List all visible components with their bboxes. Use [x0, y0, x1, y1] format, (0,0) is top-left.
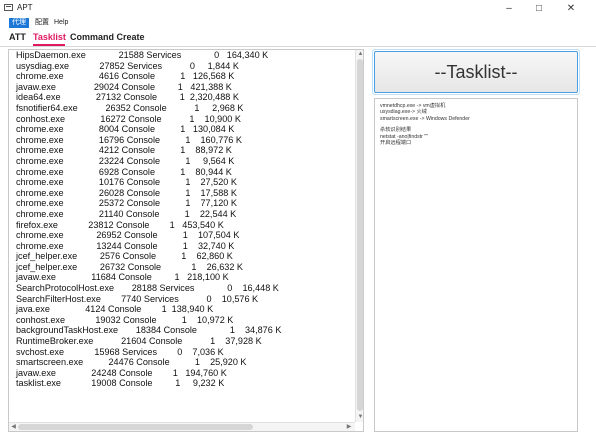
list-item: backgroundTaskHost.exe 18384 Console 1 3…	[16, 325, 282, 336]
scroll-down-icon[interactable]: ▼	[357, 413, 363, 421]
scroll-up-icon[interactable]: ▲	[357, 50, 363, 58]
scroll-left-icon[interactable]: ◀	[10, 423, 17, 431]
list-item: svchost.exe 15968 Services 0 7,036 K	[16, 346, 224, 357]
list-item: smartscreen.exe 24476 Console 1 25,920 K	[16, 357, 247, 368]
list-item: chrome.exe 21140 Console 1 22,544 K	[16, 208, 237, 219]
menu-config[interactable]: 配置	[32, 18, 52, 28]
minimize-button[interactable]: –	[494, 0, 524, 17]
menu-proxy[interactable]: 代理	[9, 18, 29, 28]
list-item: chrome.exe 4616 Console 1 126,568 K	[16, 71, 235, 82]
list-item: chrome.exe 8004 Console 1 130,084 K	[16, 124, 235, 135]
list-item: chrome.exe 16796 Console 1 160,776 K	[16, 134, 242, 145]
list-item: chrome.exe 10176 Console 1 27,520 K	[16, 177, 237, 188]
tasklist-output[interactable]: HipsDaemon.exe 21588 Services 0 164,340 …	[8, 49, 364, 432]
list-item: firefox.exe 23812 Console 1 453,540 K	[16, 219, 224, 230]
list-item: SearchFilterHost.exe 7740 Services 0 10,…	[16, 293, 259, 304]
horizontal-scrollbar[interactable]: ◀ ▶	[9, 422, 355, 431]
list-item: jcef_helper.exe 26732 Console 1 26,632 K	[16, 261, 243, 272]
scroll-right-icon[interactable]: ▶	[345, 423, 353, 431]
list-item: chrome.exe 13244 Console 1 32,740 K	[16, 240, 235, 251]
vertical-scroll-thumb[interactable]	[357, 59, 363, 411]
list-item: jcef_helper.exe 2576 Console 1 62,860 K	[16, 251, 233, 262]
close-button[interactable]: ✕	[556, 0, 586, 17]
list-item: javaw.exe 24248 Console 1 194,760 K	[16, 367, 227, 378]
list-item: HipsDaemon.exe 21588 Services 0 164,340 …	[16, 50, 269, 60]
tab-bar: ATT Tasklist Command Create	[0, 31, 596, 46]
list-item: fsnotifier64.exe 26352 Console 1 2,968 K	[16, 102, 244, 113]
maximize-button[interactable]: □	[524, 0, 554, 17]
list-item: javaw.exe 29024 Console 1 421,388 K	[16, 81, 232, 92]
list-item: chrome.exe 26952 Console 1 107,504 K	[16, 230, 240, 241]
tab-divider	[0, 46, 596, 47]
list-item: java.exe 4124 Console 1 138,940 K	[16, 304, 214, 315]
menu-bar: 代理 配置 Help	[0, 17, 596, 29]
list-item: javaw.exe 11684 Console 1 218,100 K	[16, 272, 229, 283]
title-bar: APT – □ ✕	[0, 0, 596, 17]
vertical-scrollbar[interactable]: ▲ ▼	[355, 50, 363, 422]
list-item: RuntimeBroker.exe 21604 Console 1 37,928…	[16, 336, 262, 347]
list-item: chrome.exe 4212 Console 1 88,972 K	[16, 145, 232, 156]
list-item: chrome.exe 23224 Console 1 9,564 K	[16, 155, 235, 166]
tab-att[interactable]: ATT	[9, 31, 26, 44]
list-item: usysdiag.exe 27852 Services 0 1,844 K	[16, 60, 239, 71]
list-item: chrome.exe 26028 Console 1 17,588 K	[16, 187, 237, 198]
list-item: chrome.exe 25372 Console 1 77,120 K	[16, 198, 237, 209]
list-item: idea64.exe 27132 Console 1 2,320,488 K	[16, 92, 239, 103]
window-title: APT	[17, 3, 33, 12]
list-item: conhost.exe 16272 Console 1 10,900 K	[16, 113, 241, 124]
app-window-icon	[4, 4, 13, 11]
list-item: conhost.exe 19032 Console 1 10,972 K	[16, 314, 234, 325]
tab-tasklist[interactable]: Tasklist	[33, 31, 66, 44]
list-item: SearchProtocolHost.exe 28188 Services 0 …	[16, 283, 279, 294]
list-item: tasklist.exe 19008 Console 1 9,232 K	[16, 378, 225, 389]
horizontal-scroll-thumb[interactable]	[18, 424, 253, 430]
notes-textarea[interactable]: vmnetdhcp.exe -> vm虚拟机 usysdiag.exe-> 火绒…	[374, 98, 578, 432]
process-list: HipsDaemon.exe 21588 Services 0 164,340 …	[9, 50, 355, 422]
list-item: chrome.exe 6928 Console 1 80,944 K	[16, 166, 232, 177]
tasklist-button[interactable]: --Tasklist--	[374, 51, 578, 93]
menu-help[interactable]: Help	[51, 18, 71, 28]
note-line: 开启远程端口	[380, 140, 412, 147]
tab-command-create[interactable]: Command Create	[70, 31, 145, 44]
